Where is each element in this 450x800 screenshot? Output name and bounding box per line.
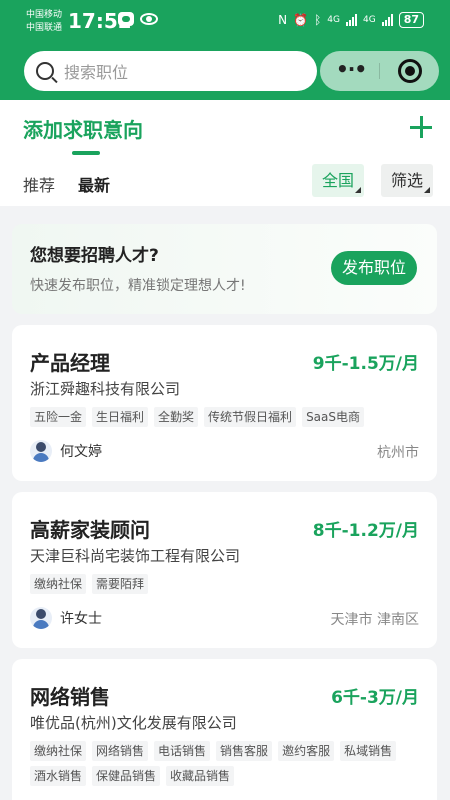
- region-filter-label: 全国: [322, 171, 355, 190]
- job-salary: 9千-1.5万/月: [312, 354, 419, 374]
- recruiter: 何文婷: [30, 440, 102, 462]
- recruiter-name: 许女士: [60, 611, 102, 627]
- signal-icon-1: [345, 14, 357, 26]
- job-tag: 酒水销售: [30, 766, 87, 786]
- status-right: N ⏰ ᛒ 4G 4G 87: [278, 12, 424, 28]
- search-icon: [36, 62, 54, 80]
- avatar: [30, 607, 52, 629]
- job-tags: 缴纳社保 网络销售 电话销售 销售客服 邀约客服 私域销售 酒水销售 保健品销售…: [30, 741, 419, 786]
- carrier-2: 中国联通: [26, 23, 63, 33]
- job-company: 浙江舜趣科技有限公司: [30, 380, 181, 398]
- job-tag: 生日福利: [92, 407, 149, 427]
- carrier-info: 中国移动 中国联通: [26, 9, 62, 35]
- job-tag: 电话销售: [154, 741, 211, 761]
- job-city: 杭州市: [377, 445, 419, 461]
- avatar: [30, 440, 52, 462]
- job-tag: 收藏品销售: [166, 766, 235, 786]
- job-tag: 全勤奖: [154, 407, 199, 427]
- alarm-icon: ⏰: [293, 13, 309, 27]
- bluetooth-icon: ᛒ: [314, 13, 322, 27]
- close-target-icon[interactable]: [398, 59, 422, 83]
- signal-icon-2: [381, 14, 393, 26]
- job-company: 天津巨科尚宅装饰工程有限公司: [30, 547, 241, 565]
- job-city: 天津市 津南区: [330, 612, 419, 628]
- title-underline: [72, 151, 100, 155]
- job-card[interactable]: 产品经理 9千-1.5万/月 浙江舜趣科技有限公司 五险一金 生日福利 全勤奖 …: [12, 325, 437, 481]
- status-bar: 中国移动 中国联通 17:52 N ⏰ ᛒ 4G 4G 87: [0, 0, 450, 44]
- promo-subtitle: 快速发布职位，精准锁定理想人才!: [30, 278, 246, 294]
- job-tag: SaaS电商: [302, 407, 365, 427]
- job-title: 网络销售: [30, 685, 110, 709]
- search-input[interactable]: 搜索职位: [24, 51, 317, 91]
- top-header: 中国移动 中国联通 17:52 N ⏰ ᛒ 4G 4G 87 搜索职位 •·•: [0, 0, 450, 100]
- status-notification-icons: [118, 12, 158, 26]
- job-tag: 销售客服: [216, 741, 273, 761]
- carrier-1: 中国移动: [26, 10, 63, 20]
- add-icon[interactable]: [410, 116, 432, 138]
- filter-button[interactable]: 筛选: [381, 164, 434, 197]
- promo-title: 您想要招聘人才?: [30, 246, 159, 266]
- post-job-button[interactable]: 发布职位: [330, 251, 417, 285]
- job-tag: 邀约客服: [278, 741, 335, 761]
- job-tag: 缴纳社保: [30, 741, 87, 761]
- network-label-2: 4G: [362, 15, 376, 25]
- mini-program-capsule: •·•: [320, 51, 439, 91]
- job-salary: 8千-1.2万/月: [312, 521, 419, 541]
- recruiter-name: 何文婷: [60, 444, 102, 460]
- corner-triangle-icon: [424, 187, 431, 193]
- recruiter: 许女士: [30, 607, 102, 629]
- job-tag: 缴纳社保: [30, 574, 87, 594]
- page-title[interactable]: 添加求职意向: [23, 114, 143, 143]
- corner-triangle-icon: [355, 187, 362, 193]
- region-filter-button[interactable]: 全国: [312, 164, 365, 197]
- job-tags: 五险一金 生日福利 全勤奖 传统节假日福利 SaaS电商: [30, 407, 419, 427]
- job-card[interactable]: 网络销售 6千-3万/月 唯优品(杭州)文化发展有限公司 缴纳社保 网络销售 电…: [12, 659, 437, 800]
- job-title: 高薪家装顾问: [30, 518, 150, 542]
- job-tags: 缴纳社保 需要陌拜: [30, 574, 419, 594]
- tab-recommend[interactable]: 推荐: [23, 172, 55, 196]
- job-tag: 传统节假日福利: [204, 407, 297, 427]
- battery-indicator: 87: [398, 12, 424, 28]
- job-title: 产品经理: [30, 351, 110, 375]
- job-tag: 网络销售: [92, 741, 149, 761]
- job-card[interactable]: 高薪家装顾问 8千-1.2万/月 天津巨科尚宅装饰工程有限公司 缴纳社保 需要陌…: [12, 492, 437, 648]
- search-placeholder: 搜索职位: [64, 63, 129, 82]
- wechat-icon: [118, 12, 134, 26]
- network-label-1: 4G: [327, 15, 340, 25]
- nfc-icon: N: [278, 13, 288, 27]
- more-icon[interactable]: •·•: [336, 59, 367, 80]
- job-company: 唯优品(杭州)文化发展有限公司: [30, 714, 237, 732]
- job-tag: 保健品销售: [92, 766, 161, 786]
- recruit-promo-card: 您想要招聘人才? 快速发布职位，精准锁定理想人才! 发布职位: [12, 224, 437, 314]
- job-tag: 私域销售: [340, 741, 397, 761]
- job-tag: 五险一金: [30, 407, 87, 427]
- filter-label: 筛选: [391, 171, 424, 190]
- job-tag: 需要陌拜: [92, 574, 149, 594]
- tab-latest[interactable]: 最新: [78, 172, 110, 196]
- capsule-divider: [379, 63, 380, 79]
- eye-icon: [140, 13, 158, 25]
- intent-panel: 添加求职意向 推荐 最新 全国 筛选: [0, 100, 450, 206]
- job-salary: 6千-3万/月: [331, 688, 419, 708]
